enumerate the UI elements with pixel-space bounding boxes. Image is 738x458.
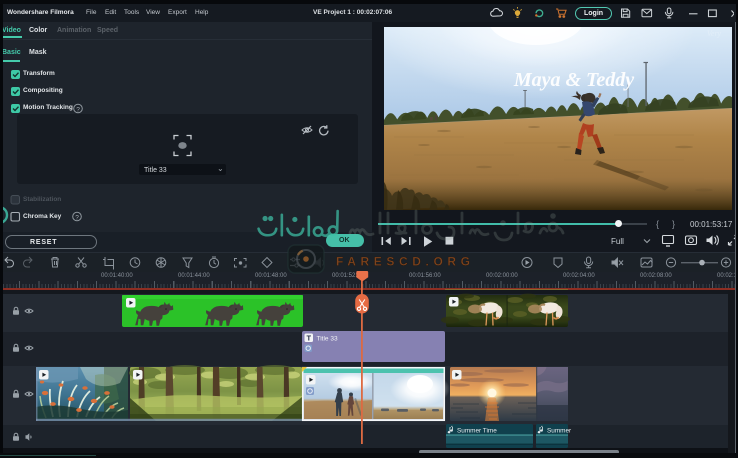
svg-text:Title 33: Title 33 bbox=[317, 335, 338, 342]
svg-text:Summer: Summer bbox=[547, 427, 572, 434]
svg-text:Full: Full bbox=[611, 237, 624, 246]
svg-text:Maya & Teddy: Maya & Teddy bbox=[513, 69, 634, 91]
svg-text:?: ? bbox=[75, 214, 79, 221]
svg-text:Very: Very bbox=[707, 29, 722, 38]
svg-text:Summer Time: Summer Time bbox=[457, 427, 497, 434]
svg-text:?: ? bbox=[76, 106, 80, 113]
svg-text:T: T bbox=[307, 334, 312, 343]
